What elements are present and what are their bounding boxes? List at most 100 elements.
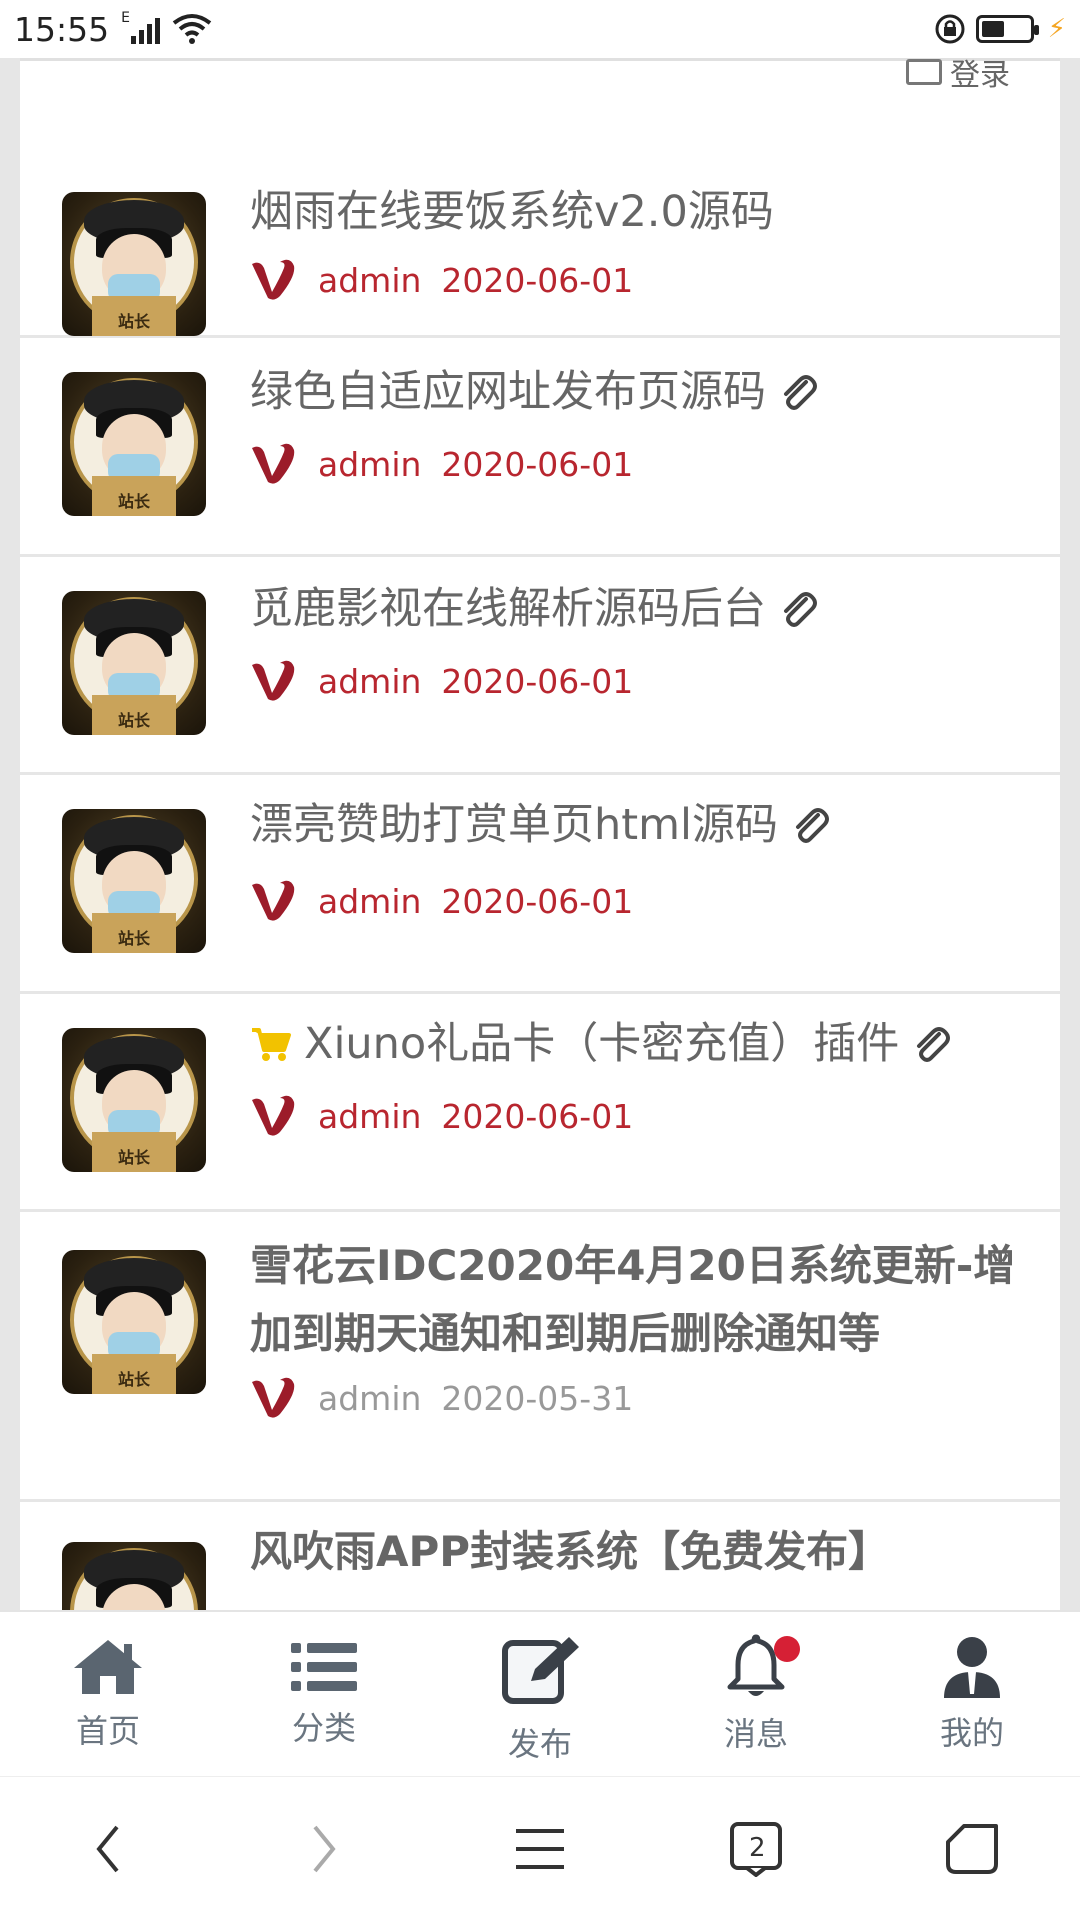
tab-publish[interactable]: 发布	[432, 1612, 648, 1776]
tab-messages[interactable]: 消息	[648, 1612, 864, 1776]
post-title-text: 漂亮赞助打赏单页html源码	[250, 800, 778, 850]
bottom-tab-bar: 首页 分类 发布 消息 我的	[0, 1610, 1080, 1776]
avatar-badge-text: 站长	[92, 476, 176, 516]
post-title-text: 风吹雨APP封装系统【免费发布】	[250, 1527, 891, 1576]
attachment-icon	[784, 592, 817, 627]
tab-mine[interactable]: 我的	[864, 1612, 1080, 1776]
back-icon	[96, 1825, 119, 1872]
post-item[interactable]: 站长 Xiuno礼品卡（卡密充值）插件 admin 2020-06-01	[20, 994, 1060, 1212]
post-item[interactable]: 站长 觅鹿影视在线解析源码后台 admin 2020-06-01	[20, 557, 1060, 775]
signal-icon: E	[121, 10, 161, 44]
post-author[interactable]: admin	[318, 1379, 421, 1418]
post-item[interactable]: 风吹雨APP封装系统【免费发布】	[20, 1502, 1060, 1610]
status-bar: 15:55 E ⚡	[0, 0, 1080, 58]
user-icon	[944, 1637, 1000, 1698]
post-title-text: 烟雨在线要饭系统v2.0源码	[250, 187, 774, 237]
post-date: 2020-06-01	[441, 260, 634, 300]
tab-category-label: 分类	[291, 1709, 356, 1747]
post-title[interactable]: 漂亮赞助打赏单页html源码	[250, 791, 1020, 859]
tab-category[interactable]: 分类	[216, 1612, 432, 1776]
avatar[interactable]: 站长	[62, 1028, 206, 1172]
avatar-badge-text: 站长	[92, 296, 176, 336]
attachment-icon	[784, 375, 817, 410]
vip-v-icon	[252, 880, 295, 921]
post-title[interactable]: 觅鹿影视在线解析源码后台	[250, 575, 1020, 643]
avatar-badge-text: 站长	[92, 1354, 176, 1394]
post-meta: admin 2020-06-01	[250, 1094, 633, 1138]
battery-icon	[975, 15, 1039, 43]
lock-rotation-icon	[935, 14, 965, 44]
post-item[interactable]: 站长 绿色自适应网址发布页源码 admin 2020-06-01	[20, 338, 1060, 557]
home-button[interactable]	[922, 1799, 1022, 1899]
tab-home[interactable]: 首页	[0, 1612, 216, 1776]
forward-icon	[313, 1825, 336, 1872]
post-date: 2020-06-01	[441, 444, 634, 484]
post-author[interactable]: admin	[318, 445, 421, 484]
forward-button[interactable]	[274, 1799, 374, 1899]
attachment-icon	[795, 808, 829, 843]
avatar[interactable]: 站长	[62, 192, 206, 336]
vip-v-icon	[252, 1095, 295, 1136]
post-meta: admin 2020-06-01	[250, 258, 633, 302]
wifi-icon	[172, 14, 212, 44]
post-date: 2020-05-31	[441, 1378, 634, 1418]
avatar[interactable]: 站长	[62, 372, 206, 516]
tabs-count: 2	[749, 1832, 766, 1863]
shopping-cart-icon	[252, 1028, 291, 1061]
post-title-text: Xiuno礼品卡（卡密充值）插件	[304, 1019, 900, 1069]
menu-button[interactable]	[490, 1799, 590, 1899]
post-title-text: 绿色自适应网址发布页源码	[250, 367, 766, 417]
login-button-partial[interactable]: 登录	[906, 58, 1010, 94]
post-title[interactable]: 烟雨在线要饭系统v2.0源码	[250, 178, 1020, 246]
avatar-badge-text: 站长	[92, 913, 176, 953]
tab-mine-label: 我的	[939, 1714, 1004, 1752]
post-author[interactable]: admin	[318, 662, 421, 701]
system-nav-bar: 2	[0, 1776, 1080, 1920]
tab-messages-label: 消息	[723, 1715, 788, 1753]
post-date: 2020-06-01	[441, 881, 634, 921]
post-meta: admin 2020-06-01	[250, 879, 633, 923]
home-icon	[74, 1640, 142, 1694]
post-meta: admin 2020-06-01	[250, 659, 633, 703]
attachment-icon	[917, 1027, 951, 1062]
charging-icon: ⚡	[1047, 14, 1066, 44]
post-item[interactable]: 站长 烟雨在线要饭系统v2.0源码 admin 2020-06-01	[20, 116, 1060, 338]
post-title[interactable]: Xiuno礼品卡（卡密充值）插件	[250, 1010, 1020, 1078]
post-date: 2020-06-01	[441, 661, 634, 701]
post-meta: admin 2020-05-31	[250, 1376, 633, 1420]
post-meta: admin 2020-06-01	[250, 442, 633, 486]
back-button[interactable]	[58, 1799, 158, 1899]
avatar[interactable]	[62, 1542, 206, 1610]
avatar[interactable]: 站长	[62, 591, 206, 735]
vip-v-icon	[252, 259, 295, 300]
home-nav-icon	[946, 1823, 998, 1874]
post-item[interactable]: 站长 漂亮赞助打赏单页html源码 admin 2020-06-01	[20, 775, 1060, 994]
post-date: 2020-06-01	[441, 1096, 634, 1136]
post-author[interactable]: admin	[318, 1097, 421, 1136]
vip-v-icon	[252, 1377, 295, 1418]
post-author[interactable]: admin	[318, 882, 421, 921]
avatar-badge-text: 站长	[92, 1132, 176, 1172]
post-item[interactable]: 站长 雪花云IDC2020年4月20日系统更新-增加到期天通知和到期后删除通知等…	[20, 1212, 1060, 1502]
avatar[interactable]: 站长	[62, 1250, 206, 1394]
tabs-button[interactable]: 2	[706, 1799, 806, 1899]
menu-icon	[516, 1828, 564, 1869]
vip-v-icon	[252, 443, 295, 484]
post-title[interactable]: 雪花云IDC2020年4月20日系统更新-增加到期天通知和到期后删除通知等	[250, 1232, 1020, 1368]
network-type-label: E	[121, 10, 130, 26]
login-icon	[906, 59, 942, 85]
avatar-badge-text: 站长	[92, 695, 176, 735]
post-list: 登录 站长 烟雨在线要饭系统v2.0源码 admin 2020-06-01 站长…	[20, 58, 1060, 1610]
post-title-text: 觅鹿影视在线解析源码后台	[250, 584, 766, 634]
login-label: 登录	[950, 58, 1010, 93]
avatar[interactable]: 站长	[62, 809, 206, 953]
edit-icon	[502, 1637, 579, 1704]
post-title-text: 雪花云IDC2020年4月20日系统更新-增加到期天通知和到期后删除通知等	[250, 1241, 1016, 1358]
message-badge	[774, 1636, 800, 1662]
post-title[interactable]: 风吹雨APP封装系统【免费发布】	[250, 1518, 1020, 1586]
post-author[interactable]: admin	[318, 261, 421, 300]
tab-publish-label: 发布	[507, 1725, 572, 1763]
list-icon	[291, 1643, 357, 1691]
post-title[interactable]: 绿色自适应网址发布页源码	[250, 358, 1020, 426]
tab-home-label: 首页	[75, 1712, 140, 1750]
